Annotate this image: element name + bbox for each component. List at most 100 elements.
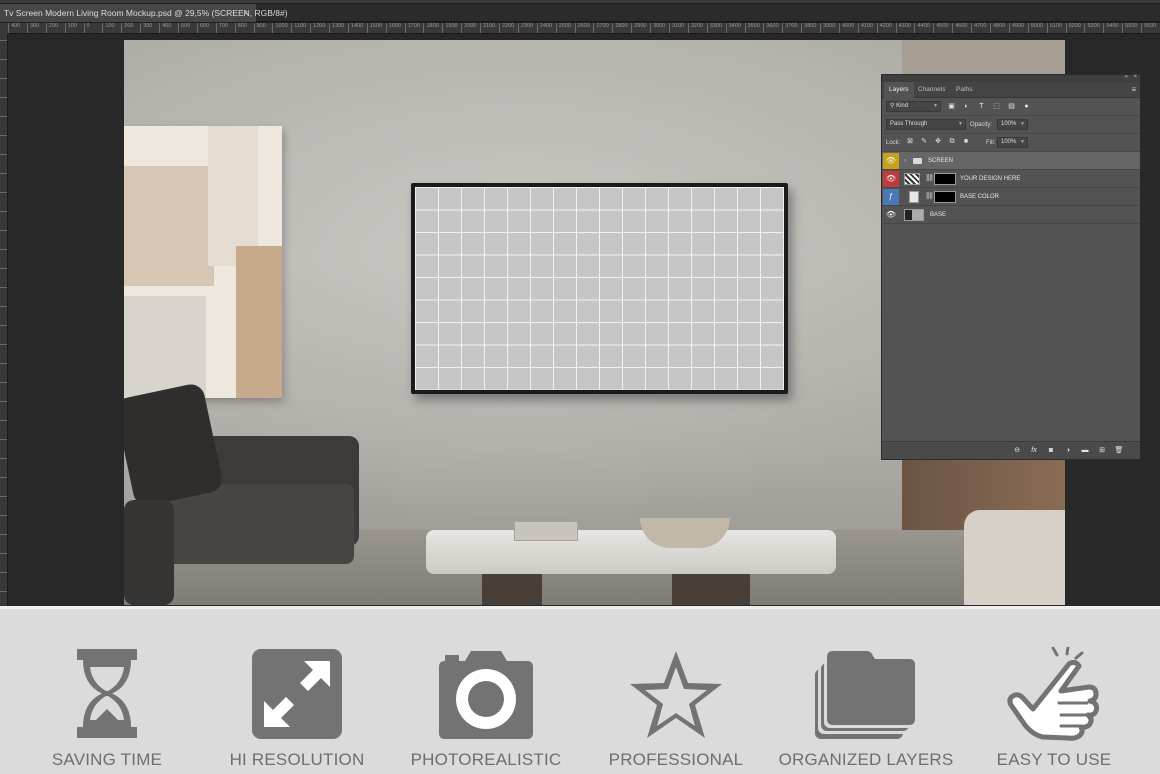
ruler-tick-label: 4900 [1008,23,1024,33]
vertical-ruler[interactable] [0,34,8,606]
opacity-field[interactable]: 100% ▼ [997,119,1028,130]
ruler-tick-label: 3100 [668,23,684,33]
blend-mode-select[interactable]: Pass Through ▼ [886,119,966,130]
filter-kind-select[interactable]: ⚲ Kind ▼ [886,101,941,112]
ruler-tick-label: 400 [8,23,20,33]
ruler-tick-label: 5600 [1141,23,1156,33]
ruler-tick-label: 3500 [744,23,760,33]
ruler-tick-label: 4200 [876,23,892,33]
collapse-icon[interactable]: « [1125,74,1128,80]
ruler-tick-label: 100 [64,23,77,33]
lock-position-icon[interactable]: ✥ [934,138,942,146]
feature-easy-to-use: EASY TO USE [954,647,1154,774]
ruler-tick-label: 600 [196,23,209,33]
ruler-tick-label: 200 [45,23,58,33]
fill-value: 100% [1001,139,1017,145]
books [514,521,578,541]
ruler-tick-label: 5100 [1046,23,1062,33]
close-icon[interactable]: × [243,4,248,22]
layer-mask-thumbnail [934,173,956,185]
ruler-tick-label: 3300 [706,23,722,33]
ruler-tick-mark [0,591,7,592]
ruler-tick-label: 2500 [555,23,571,33]
type-filter-icon[interactable]: T [977,102,986,111]
feature-label: PHOTOREALISTIC [410,750,562,769]
ruler-tick-label: 1300 [329,23,344,33]
horizontal-ruler[interactable]: 400 300 200 100 0 100 200 300 400 500 600 700 800 900… [8,23,1160,34]
coffee-table-leg [672,572,750,605]
ruler-tick-mark [0,268,7,269]
link-layers-icon[interactable]: ⊖ [1012,445,1022,456]
shape-filter-icon[interactable]: ⬚ [992,102,1001,111]
delete-layer-icon[interactable]: 🗑 [1114,445,1124,456]
lock-all-icon[interactable]: ■ [962,138,970,146]
ruler-tick-label: 5000 [1027,23,1043,33]
ruler-tick-label: 1500 [366,23,382,33]
ruler-tick-label: 5300 [1084,23,1100,33]
link-icon[interactable]: ⛓ [925,188,934,206]
ruler-tick-label: 2600 [574,23,590,33]
layer-name: YOUR DESIGN HERE [960,176,1021,182]
ruler-tick-label: 2300 [517,23,533,33]
feature-professional: PROFESSIONAL [576,647,776,774]
blend-mode-value: Pass Through [890,121,928,127]
opacity-label: Opacity: [970,122,993,128]
lock-image-icon[interactable]: ✎ [920,138,928,146]
smart-object-thumbnail [904,173,920,185]
tab-paths[interactable]: Paths [951,82,978,98]
close-panel-icon[interactable]: × [1133,74,1137,80]
visibility-eye-icon[interactable]: ƒ [883,189,899,205]
ruler-tick-label: 1100 [291,23,306,33]
link-icon[interactable]: ⛓ [925,170,934,188]
ruler-tick-label: 4600 [952,23,968,33]
ruler-tick-label: 4100 [857,23,873,33]
tab-channels[interactable]: Channels [913,82,950,98]
ruler-tick-label: 1000 [272,23,288,33]
coffee-table-top [426,530,836,574]
filter-toggle-icon[interactable]: ● [1022,102,1031,111]
ruler-tick-mark [0,572,7,573]
folder-icon [913,158,922,164]
fill-field[interactable]: 100% ▼ [997,137,1028,148]
smart-object-filter-icon[interactable]: ▤ [1007,102,1016,111]
document-tab[interactable]: Tv Screen Modern Living Room Mockup.psd … [0,4,288,22]
abstract-wall-art [124,126,282,398]
ruler-tick-label: 3000 [650,23,665,33]
ruler-tick-label: 1600 [385,23,401,33]
layer-name: BASE COLOR [960,194,1000,200]
tv-screen-placeholder-grid [415,187,784,390]
add-mask-icon[interactable]: ◙ [1046,445,1056,456]
new-group-icon[interactable]: ▬ [1080,445,1090,456]
panel-tabs: Layers Channels Paths ≡ [882,82,1140,98]
ruler-tick-mark [0,344,7,345]
adjustment-layer-icon[interactable]: ◑ [1063,445,1073,456]
lock-transparent-icon[interactable]: ⊠ [906,138,914,146]
visibility-eye-icon[interactable]: 👁 [883,153,899,169]
ruler-tick-label: 500 [177,23,190,33]
chevron-right-icon[interactable]: › [904,152,906,170]
layers-stack-icon [811,647,921,742]
hand-pointer-icon [999,647,1109,742]
ruler-tick-mark [0,401,7,402]
visibility-eye-icon[interactable]: 👁 [883,171,899,187]
ruler-tick-mark [0,173,7,174]
lock-artboard-icon[interactable]: ⧉ [948,138,956,146]
ruler-tick-label: 4500 [933,23,949,33]
ruler-tick-mark [0,230,7,231]
ruler-tick-mark [0,363,7,364]
layer-name: SCREEN [928,158,954,164]
ruler-tick-mark [0,59,7,60]
layer-screen-group[interactable]: 👁 › SCREEN [882,152,1140,170]
fx-icon[interactable]: fx [1029,445,1039,456]
panel-menu-icon[interactable]: ≡ [1131,85,1136,94]
new-layer-icon[interactable]: ⊞ [1097,445,1107,456]
ruler-tick-mark [0,515,7,516]
layer-your-design-here[interactable]: 👁 ⛓ YOUR DESIGN HERE [882,170,1140,188]
layer-base-color[interactable]: ƒ ⛓ BASE COLOR [882,188,1140,206]
adjustment-filter-icon[interactable]: ◐ [962,102,971,111]
layer-base[interactable]: 👁 BASE [882,206,1140,224]
pixel-filter-icon[interactable]: ▣ [947,102,956,111]
visibility-eye-icon[interactable]: 👁 [883,207,899,223]
tab-layers[interactable]: Layers [884,82,914,98]
coffee-table-leg [482,572,542,605]
